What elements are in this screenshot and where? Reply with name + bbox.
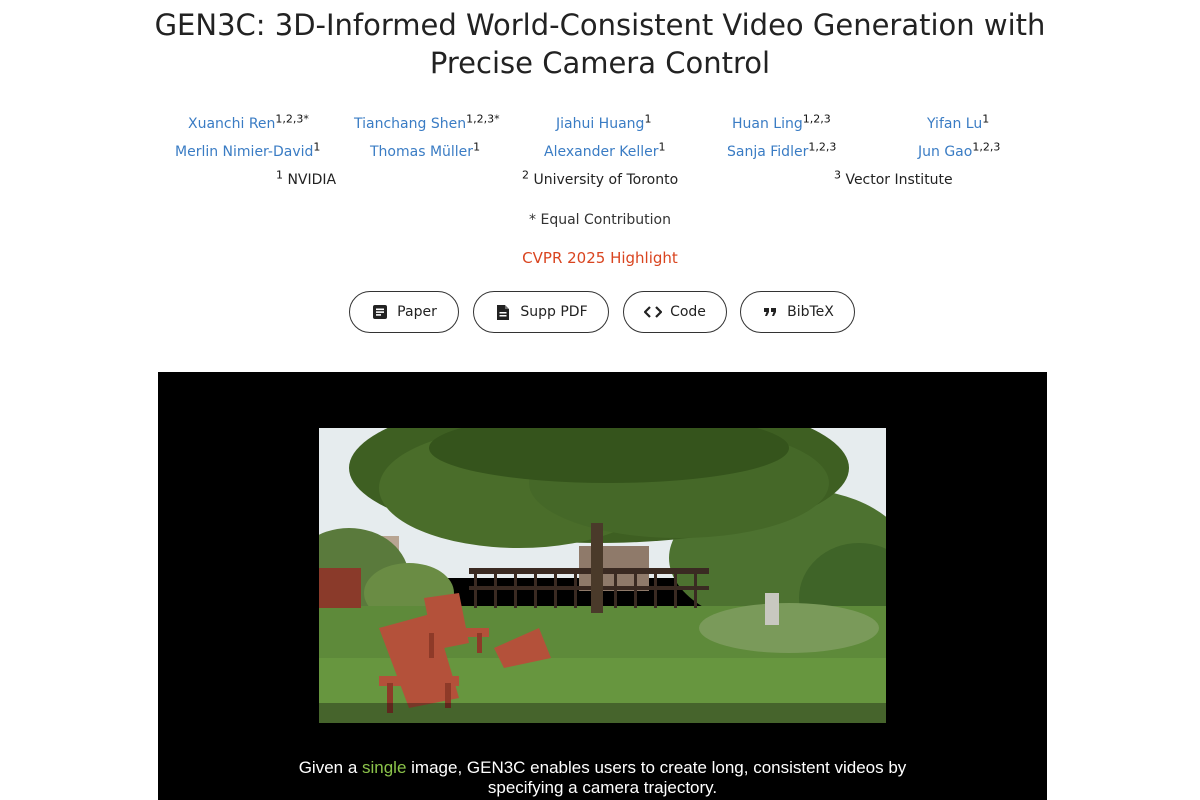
paper-button-label: Paper bbox=[397, 304, 437, 320]
caption-highlight: single bbox=[362, 758, 407, 777]
author-link-alexander-keller[interactable]: Alexander Keller1 bbox=[544, 141, 666, 160]
caption-text-2: image, GEN3C enables users to create lon… bbox=[406, 758, 907, 777]
affiliation-vector-institute: 3 Vector Institute bbox=[834, 168, 953, 188]
supp-pdf-button[interactable]: Supp PDF bbox=[473, 291, 609, 333]
code-icon bbox=[644, 303, 663, 321]
paper-icon bbox=[371, 303, 389, 321]
code-button-label: Code bbox=[670, 304, 706, 320]
link-buttons: Paper Supp PDF Code BibTeX bbox=[0, 291, 1200, 337]
author-link-xuanchi-ren[interactable]: Xuanchi Ren1,2,3* bbox=[188, 113, 309, 132]
author-link-tianchang-shen[interactable]: Tianchang Shen1,2,3* bbox=[354, 113, 500, 132]
supp-pdf-button-label: Supp PDF bbox=[520, 304, 588, 320]
title-line-1: GEN3C: 3D-Informed World-Consistent Vide… bbox=[154, 8, 1046, 42]
author-link-sanja-fidler[interactable]: Sanja Fidler1,2,3 bbox=[727, 141, 836, 160]
video-caption: Given a single image, GEN3C enables user… bbox=[158, 758, 1047, 798]
author-link-thomas-muller[interactable]: Thomas Müller1 bbox=[370, 141, 480, 160]
caption-text-3: specifying a camera trajectory. bbox=[487, 778, 718, 797]
title-line-2: Precise Camera Control bbox=[429, 46, 771, 80]
venue-badge: CVPR 2025 Highlight bbox=[522, 249, 678, 267]
author-link-jiahui-huang[interactable]: Jiahui Huang1 bbox=[556, 113, 651, 132]
video-frame-backyard-scene bbox=[319, 428, 886, 723]
video-player[interactable]: Given a single image, GEN3C enables user… bbox=[158, 372, 1047, 800]
author-link-jun-gao[interactable]: Jun Gao1,2,3 bbox=[918, 141, 1000, 160]
author-link-merlin-nimier-david[interactable]: Merlin Nimier-David1 bbox=[175, 141, 320, 160]
affiliation-nvidia: 1 NVIDIA bbox=[276, 168, 337, 188]
bibtex-button[interactable]: BibTeX bbox=[740, 291, 855, 333]
affiliation-university-of-toronto: 2 University of Toronto bbox=[522, 168, 679, 188]
author-link-huan-ling[interactable]: Huan Ling1,2,3 bbox=[732, 113, 831, 132]
quote-icon bbox=[761, 303, 779, 321]
author-link-yifan-lu[interactable]: Yifan Lu1 bbox=[927, 113, 989, 132]
file-icon bbox=[494, 303, 512, 321]
caption-text-1: Given a bbox=[298, 758, 362, 777]
page-title: GEN3C: 3D-Informed World-Consistent Vide… bbox=[0, 6, 1200, 82]
paper-button[interactable]: Paper bbox=[349, 291, 459, 333]
equal-contribution-note: * Equal Contribution bbox=[529, 212, 671, 228]
code-button[interactable]: Code bbox=[623, 291, 727, 333]
bibtex-button-label: BibTeX bbox=[787, 304, 834, 320]
